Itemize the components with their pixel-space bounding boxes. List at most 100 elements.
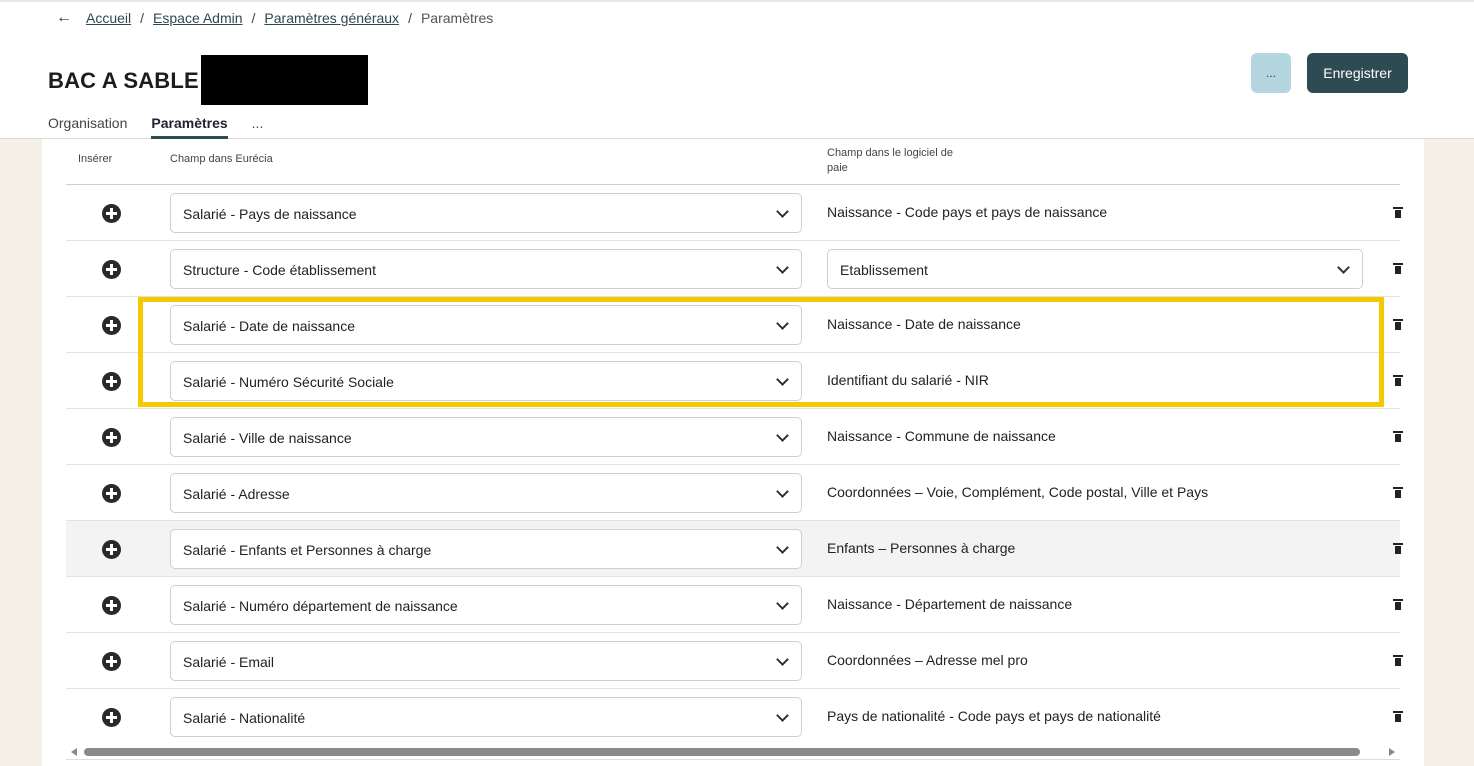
arrow-left-icon[interactable]: ← [56,9,72,27]
eurecia-field-select[interactable]: Salarié - Nationalité [170,697,802,737]
select-value: Salarié - Date de naissance [183,318,355,334]
breadcrumb-separator: / [408,10,412,26]
trash-icon[interactable] [1393,487,1403,498]
eurecia-field-select[interactable]: Salarié - Pays de naissance [170,193,802,233]
table-row: Salarié - Date de naissance Naissance - … [66,297,1403,353]
trash-icon[interactable] [1393,543,1403,554]
select-value: Salarié - Ville de naissance [183,430,352,446]
plus-circle-icon[interactable] [102,708,121,727]
eurecia-field-select[interactable]: Salarié - Numéro département de naissanc… [170,585,802,625]
eurecia-field-select[interactable]: Structure - Code établissement [170,249,802,289]
eurecia-field-select[interactable]: Salarié - Enfants et Personnes à charge [170,529,802,569]
select-value: Salarié - Nationalité [183,710,306,726]
trash-icon[interactable] [1393,431,1403,442]
trash-icon[interactable] [1393,599,1403,610]
trash-icon[interactable] [1393,655,1403,666]
trash-icon[interactable] [1393,263,1403,274]
header-payroll-field: Champ dans le logiciel de paie [827,146,953,176]
header-payroll-line2: paie [827,162,848,174]
table-row: Salarié - Nationalité Pays de nationalit… [66,689,1403,745]
table-row: Salarié - Email Coordonnées – Adresse me… [66,633,1403,689]
breadcrumb-parametres-generaux[interactable]: Paramètres généraux [264,10,399,26]
plus-circle-icon[interactable] [102,652,121,671]
table-row: Structure - Code établissement Etablisse… [66,241,1403,297]
payroll-field-text: Naissance - Date de naissance [827,316,1021,332]
table-row: Salarié - Numéro département de naissanc… [66,577,1403,633]
payroll-field-text: Enfants – Personnes à charge [827,540,1016,556]
trash-icon[interactable] [1393,319,1403,330]
eurecia-field-select[interactable]: Salarié - Email [170,641,802,681]
scrollbar-thumb[interactable] [84,748,1360,756]
scroll-left-arrow-icon[interactable] [71,748,77,756]
chevron-down-icon [776,709,789,722]
plus-circle-icon[interactable] [102,428,121,447]
tab-bar: Organisation Paramètres ... [48,115,287,139]
plus-circle-icon[interactable] [102,372,121,391]
chevron-down-icon [776,317,789,330]
select-value: Salarié - Numéro Sécurité Sociale [183,374,394,390]
select-value: Salarié - Pays de naissance [183,206,357,222]
mapping-panel: Insérer Champ dans Eurécia Champ dans le… [42,139,1424,766]
trash-icon[interactable] [1393,711,1403,722]
eurecia-field-select[interactable]: Salarié - Ville de naissance [170,417,802,457]
table-header: Insérer Champ dans Eurécia Champ dans le… [66,139,1400,185]
breadcrumb-separator: / [140,10,145,26]
tab-organisation[interactable]: Organisation [48,115,127,138]
payroll-field-text: Identifiant du salarié - NIR [827,372,989,388]
plus-circle-icon[interactable] [102,484,121,503]
trash-icon[interactable] [1393,207,1403,218]
plus-circle-icon[interactable] [102,260,121,279]
horizontal-scrollbar[interactable] [66,745,1400,759]
plus-circle-icon[interactable] [102,540,121,559]
page-title: BAC A SABLE [48,68,199,93]
select-value: Salarié - Email [183,654,275,670]
top-bar: ← Accueil / Espace Admin / Paramètres gé… [0,0,1474,139]
redacted-block [201,55,368,105]
tab-more[interactable]: ... [252,115,264,138]
payroll-field-text: Naissance - Commune de naissance [827,428,1056,444]
divider [66,759,1400,760]
breadcrumb: ← Accueil / Espace Admin / Paramètres gé… [56,9,493,27]
table-row: Salarié - Adresse Coordonnées – Voie, Co… [66,465,1403,521]
payroll-field-text: Naissance - Département de naissance [827,596,1073,612]
save-button[interactable]: Enregistrer [1307,53,1408,93]
plus-circle-icon[interactable] [102,204,121,223]
chevron-down-icon [776,597,789,610]
payroll-field-text: Coordonnées – Voie, Complément, Code pos… [827,484,1209,500]
select-value: Salarié - Adresse [183,486,290,502]
select-value: Salarié - Numéro département de naissanc… [183,598,458,614]
select-value: Salarié - Enfants et Personnes à charge [183,542,432,558]
chevron-down-icon [776,429,789,442]
breadcrumb-accueil[interactable]: Accueil [86,10,131,26]
chevron-down-icon [776,653,789,666]
header-insert: Insérer [78,153,113,165]
plus-circle-icon[interactable] [102,596,121,615]
payroll-field-text: Pays de nationalité - Code pays et pays … [827,708,1161,724]
select-value: Etablissement [840,262,928,278]
trash-icon[interactable] [1393,375,1403,386]
header-eurecia-field: Champ dans Eurécia [170,153,273,165]
chevron-down-icon [776,541,789,554]
eurecia-field-select[interactable]: Salarié - Numéro Sécurité Sociale [170,361,802,401]
plus-circle-icon[interactable] [102,316,121,335]
eurecia-field-select[interactable]: Salarié - Adresse [170,473,802,513]
table-row: Salarié - Numéro Sécurité Sociale Identi… [66,353,1403,409]
chevron-down-icon [1337,261,1350,274]
more-actions-button[interactable]: ... [1251,53,1291,93]
header-payroll-line1: Champ dans le logiciel de [827,147,953,159]
tab-parametres[interactable]: Paramètres [151,115,228,139]
chevron-down-icon [776,261,789,274]
chevron-down-icon [776,373,789,386]
select-value: Structure - Code établissement [183,262,376,278]
payroll-field-text: Coordonnées – Adresse mel pro [827,652,1028,668]
payroll-field-select[interactable]: Etablissement [827,249,1363,289]
table-row: Salarié - Enfants et Personnes à charge … [66,521,1403,577]
breadcrumb-espace-admin[interactable]: Espace Admin [153,10,243,26]
chevron-down-icon [776,205,789,218]
table-row: Salarié - Pays de naissance Naissance - … [66,185,1403,241]
eurecia-field-select[interactable]: Salarié - Date de naissance [170,305,802,345]
breadcrumb-current: Paramètres [420,10,494,26]
table-row: Salarié - Ville de naissance Naissance -… [66,409,1403,465]
scroll-right-arrow-icon[interactable] [1389,748,1395,756]
payroll-field-text: Naissance - Code pays et pays de naissan… [827,204,1108,220]
